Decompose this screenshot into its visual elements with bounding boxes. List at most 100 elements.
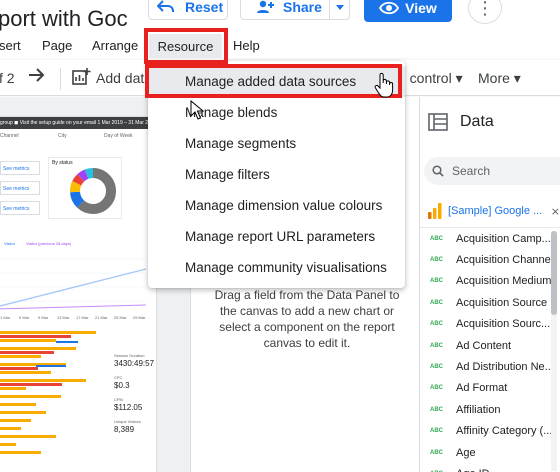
resource-menu-item[interactable]: Manage report URL parameters xyxy=(148,221,405,252)
field-name: Age ID xyxy=(456,468,490,472)
analytics-icon xyxy=(428,203,442,219)
field-name: Affinity Category (... xyxy=(456,425,553,438)
x-tick-label: 1 Mar xyxy=(0,315,11,320)
field-item[interactable]: ABCAge ID xyxy=(420,463,560,472)
menu-arrange[interactable]: Arrange xyxy=(92,38,138,53)
field-name: Ad Distribution Ne... xyxy=(456,361,554,374)
field-item[interactable]: ABC Age xyxy=(420,442,560,463)
arrow-right-icon xyxy=(29,68,45,82)
resource-menu-item[interactable]: Manage filters xyxy=(148,159,405,190)
top-bar: port with Goc Reset Share View ⋮ xyxy=(0,0,560,34)
donut-chart xyxy=(70,168,116,214)
field-item[interactable]: ABC Ad Distribution Ne... xyxy=(420,356,560,377)
field-list: ABC Acquisition Camp... ABC Acquisition Cha… xyxy=(420,227,560,472)
field-item[interactable]: ABC Acquisition Medium xyxy=(420,271,560,292)
more-toolbar-button[interactable]: More ▾ xyxy=(478,70,521,87)
bar-chart-block[interactable]: Session Duration 3430:49:57 CPC $0.3 CPM… xyxy=(0,327,156,472)
scrollbar-thumb[interactable] xyxy=(551,231,557,315)
data-panel-header: Data xyxy=(428,113,494,131)
menu-page[interactable]: Page xyxy=(42,38,72,53)
text-type-icon: ABC xyxy=(430,257,443,264)
text-type-icon: ABC xyxy=(430,321,443,328)
undo-icon xyxy=(157,0,174,12)
text-type-icon: ABC xyxy=(430,428,443,435)
add-control-button[interactable]: u control ▾ xyxy=(398,70,463,87)
resource-menu-item[interactable]: Manage community visualisations xyxy=(148,252,405,283)
donut-title: By status xyxy=(52,160,73,166)
view-button[interactable]: View xyxy=(364,0,452,22)
share-dropdown-button[interactable] xyxy=(329,0,349,19)
reset-label: Reset xyxy=(185,0,224,15)
x-tick-label: 29 Mar xyxy=(133,315,146,320)
more-options-button[interactable]: ⋮ xyxy=(468,0,502,24)
report-title[interactable]: port with Goc xyxy=(0,6,128,32)
metric-card-label: See metrics xyxy=(3,206,30,212)
search-icon xyxy=(432,165,444,177)
stat-label: Unique Visitors xyxy=(114,419,141,424)
donut-chart-card[interactable]: By status xyxy=(48,157,122,219)
field-item[interactable]: ABC Ad Content xyxy=(420,335,560,356)
add-person-icon xyxy=(257,0,274,13)
highlight-box-manage-data-sources xyxy=(145,64,402,98)
text-type-icon: ABC xyxy=(430,342,443,349)
share-main[interactable]: Share xyxy=(241,0,329,15)
metric-card[interactable]: See metrics xyxy=(0,161,40,175)
view-label: View xyxy=(405,0,437,16)
resource-menu-item[interactable]: Manage blends xyxy=(148,97,405,128)
field-item[interactable]: ABC Ad Format xyxy=(420,378,560,399)
filter-channel[interactable]: Channel xyxy=(0,133,19,139)
line-chart-plot xyxy=(0,258,146,310)
data-search-input[interactable]: Search xyxy=(424,157,560,185)
x-tick-label: 9 Mar xyxy=(38,315,49,320)
text-type-icon: ABC xyxy=(430,299,443,306)
more-toolbar-label: More xyxy=(478,70,510,86)
data-panel: Data Search [Sample] Google ... ⨯ ABC Acq… xyxy=(420,97,560,472)
stat-label: CPM xyxy=(114,397,123,402)
next-page-button[interactable] xyxy=(28,67,46,86)
x-tick-label: 21 Mar xyxy=(95,315,108,320)
stat-label: CPC xyxy=(114,375,123,380)
menu-help[interactable]: Help xyxy=(233,38,260,53)
metric-card[interactable]: See metrics xyxy=(0,181,40,195)
resource-menu-item[interactable]: Manage segments xyxy=(148,128,405,159)
field-item[interactable]: ABC Affinity Category (... xyxy=(420,421,560,442)
report-header-bar: group ◼ Visit the setup guide on your em… xyxy=(0,117,156,129)
field-name: Acquisition Sourc... xyxy=(456,318,551,331)
stat-value: 3430:49:57 xyxy=(114,359,155,368)
x-tick-label: 13 Mar xyxy=(57,315,70,320)
field-item[interactable]: ABC Acquisition Camp... xyxy=(420,228,560,249)
field-name: Ad Format xyxy=(456,382,508,395)
data-panel-title: Data xyxy=(460,113,494,130)
data-source-name: [Sample] Google ... xyxy=(448,205,543,217)
share-button[interactable]: Share xyxy=(240,0,350,20)
x-tick-label: 25 Mar xyxy=(114,315,127,320)
metric-card[interactable]: See metrics xyxy=(0,201,40,215)
reset-button[interactable]: Reset xyxy=(148,0,228,20)
field-item[interactable]: ABC Affiliation xyxy=(420,399,560,420)
arrow-cursor-icon xyxy=(190,100,204,120)
metric-card-label: See metrics xyxy=(3,186,30,192)
add-control-label: u control xyxy=(398,70,452,86)
filter-city[interactable]: City xyxy=(58,133,67,139)
text-type-icon: ABC xyxy=(430,278,443,285)
field-item[interactable]: ABC Acquisition Sourc... xyxy=(420,314,560,335)
menu-insert[interactable]: sert xyxy=(0,38,21,53)
field-item[interactable]: ABC Acquisition Source xyxy=(420,292,560,313)
x-tick-label: 17 Mar xyxy=(76,315,89,320)
data-source-row[interactable]: [Sample] Google ... ⨯ xyxy=(428,203,560,219)
field-item[interactable]: ABC Acquisition Channel xyxy=(420,249,560,270)
collapse-icon[interactable]: ⨯ xyxy=(551,205,560,218)
resource-menu-item[interactable]: Manage dimension value colours xyxy=(148,190,405,221)
caret-down-icon xyxy=(335,4,344,10)
add-data-label[interactable]: Add dat xyxy=(96,70,144,86)
field-name: Age xyxy=(456,446,476,459)
add-data-button[interactable] xyxy=(72,67,92,88)
line-chart[interactable]: Visitor Visitor (previous 28 days) 1 Mar… xyxy=(0,239,146,321)
text-type-icon: ABC xyxy=(430,385,443,392)
text-type-icon: ABC xyxy=(430,406,443,413)
filter-day-of-week[interactable]: Day of Week xyxy=(104,133,133,139)
field-list-scrollbar[interactable] xyxy=(551,231,557,471)
eye-icon xyxy=(379,1,400,15)
report-page[interactable]: group ◼ Visit the setup guide on your em… xyxy=(0,117,156,472)
more-vert-icon: ⋮ xyxy=(476,0,494,18)
